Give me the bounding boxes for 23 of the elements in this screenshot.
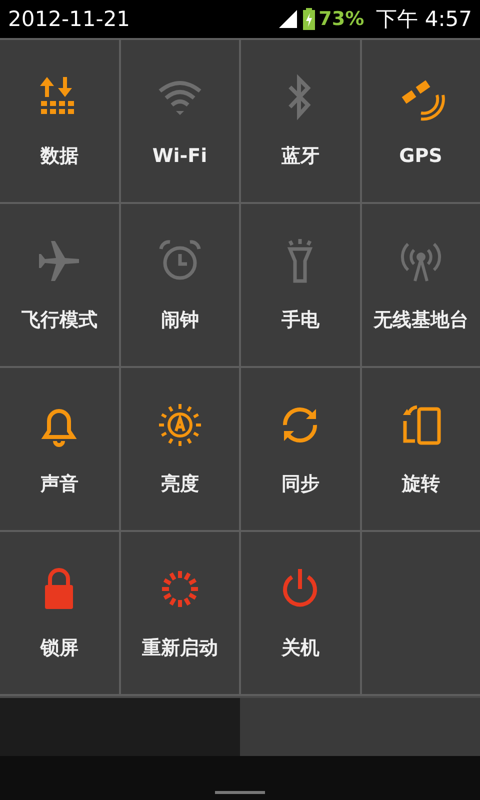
drag-handle[interactable] [215,791,265,794]
tab-bar-segment[interactable] [240,698,480,756]
tab-bar-segment[interactable] [0,698,240,756]
toggle-tile[interactable]: 闹钟 [120,204,239,366]
battery-percent: 73% [318,8,364,30]
toggle-tile[interactable]: Wi-Fi [120,40,239,202]
date-text: 2012-11-21 [8,7,130,31]
toggle-tile[interactable]: 旋转 [362,368,480,530]
toggle-tile[interactable]: GPS [362,40,480,202]
toggle-tile[interactable]: 蓝牙 [241,40,360,202]
toggle-tile[interactable]: 重新启动 [120,532,239,694]
signal-icon [276,9,299,29]
toggle-tile[interactable]: 锁屏 [0,532,118,694]
toggle-tile[interactable]: 亮度 [120,368,239,530]
toggle-tile[interactable]: 无线基地台 [362,204,480,366]
toggle-tile[interactable]: 同步 [241,368,360,530]
toggle-tile[interactable]: 飞行模式 [0,204,118,366]
toggle-tile[interactable]: 声音 [0,368,118,530]
battery-icon [302,8,315,30]
toggle-tile[interactable]: 关机 [241,532,360,694]
toggle-tile[interactable]: 数据 [0,40,118,202]
clock-text: 下午 4:57 [376,6,472,33]
toggle-tile[interactable]: 手电 [241,204,360,366]
